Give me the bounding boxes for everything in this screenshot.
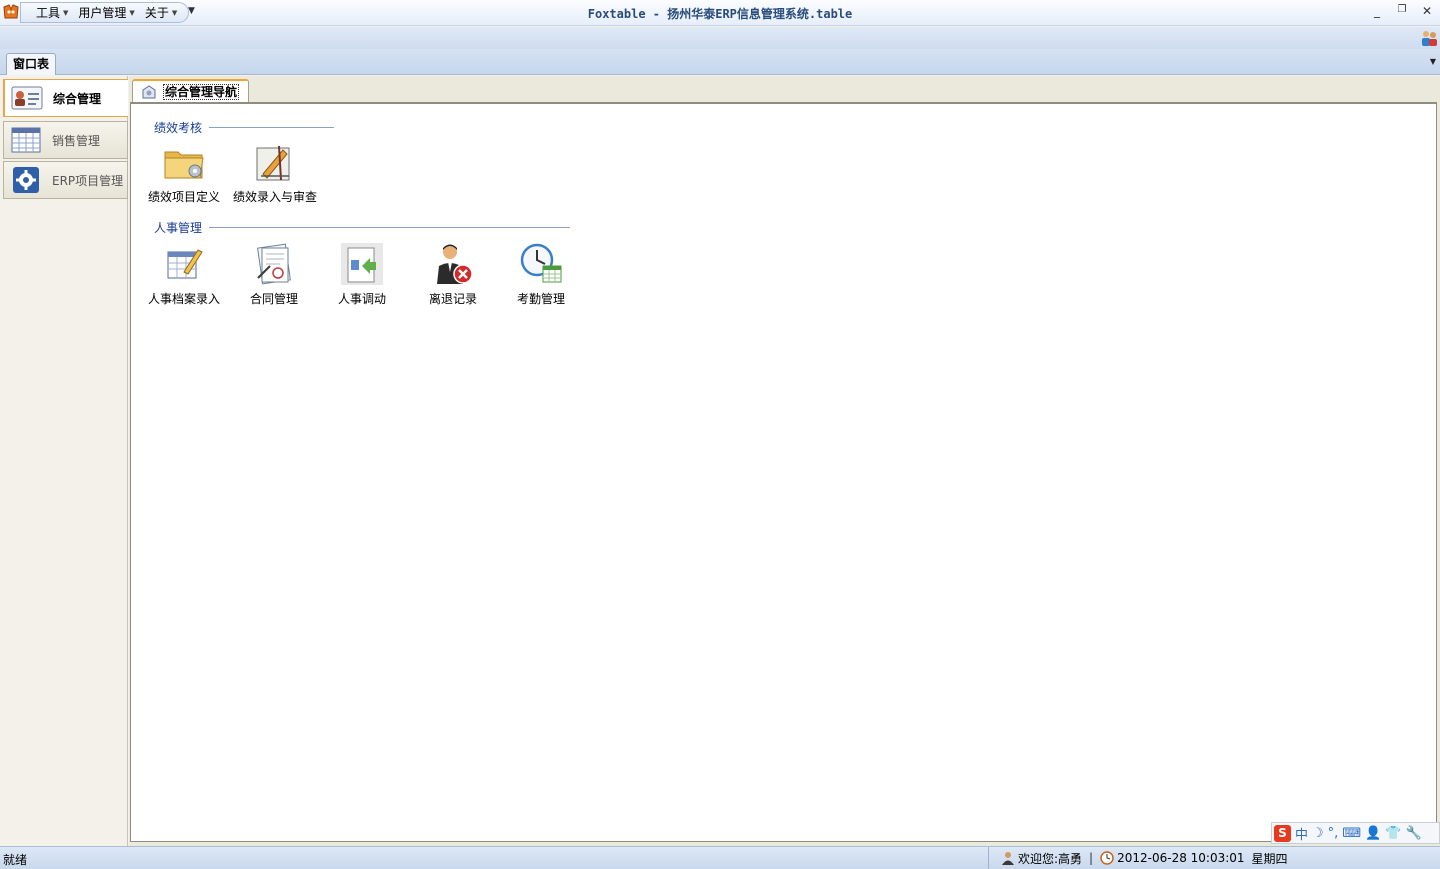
- navigation-icon: [142, 85, 156, 99]
- tile-performance-entry-review[interactable]: 绩效录入与审查: [230, 140, 320, 204]
- navigation-panel: 绩效考核 绩效项目定义 绩效录入与审查 人事管理 人事档案录入 合同管理 人事调…: [130, 102, 1437, 842]
- customize-toolbar-icon[interactable]: ▼: [188, 6, 195, 16]
- menu-about-label: 关于: [144, 6, 169, 20]
- chevron-down-icon: ▼: [63, 8, 69, 17]
- calendar-grid-icon: [11, 127, 41, 153]
- group-header-performance: 绩效考核: [154, 119, 335, 136]
- tile-label: 离退记录: [428, 292, 477, 306]
- tile-personnel-file-entry[interactable]: 人事档案录入: [139, 242, 229, 306]
- menu-tools[interactable]: 工具 ▼: [31, 4, 73, 21]
- ime-mode-toggle[interactable]: 中: [1295, 824, 1308, 843]
- welcome-text: 欢迎您:高勇: [1018, 851, 1083, 866]
- contract-icon: [257, 243, 291, 285]
- punctuation-icon[interactable]: °,: [1328, 826, 1339, 841]
- user-icon: [1002, 852, 1014, 865]
- tile-label: 绩效项目定义: [147, 190, 220, 204]
- restore-button[interactable]: ❐: [1393, 4, 1411, 20]
- window-title: Foxtable - 扬州华泰ERP信息管理系统.table: [587, 7, 853, 21]
- title-bar: 工具 ▼ 用户管理 ▼ 关于 ▼ ▼ Foxtable - 扬州华泰ERP信息管理系统…: [0, 0, 1440, 26]
- contact-card-icon: [11, 86, 43, 110]
- document-transfer-icon: [341, 243, 383, 285]
- tile-personnel-transfer[interactable]: 人事调动: [317, 242, 407, 306]
- clock-calendar-icon: [520, 243, 562, 283]
- minimize-button[interactable]: _: [1368, 4, 1386, 20]
- nav-item-general-management[interactable]: 综合管理: [3, 79, 128, 117]
- skin-icon[interactable]: 👕: [1385, 826, 1401, 841]
- group-title: 人事管理: [154, 221, 203, 235]
- table-pencil-icon: [167, 249, 203, 279]
- ribbon-bar: [0, 27, 1440, 49]
- window-tab-strip: 窗口表 ▼: [0, 49, 1440, 75]
- wrench-icon[interactable]: 🔧: [1405, 826, 1421, 841]
- nav-item-label: ERP项目管理: [52, 173, 124, 188]
- clock-icon: [1100, 851, 1114, 865]
- menu-tools-label: 工具: [36, 6, 61, 20]
- ime-toolbar: S 中 ☽ °, ⌨ 👤 👕 🔧: [1271, 822, 1440, 844]
- tile-performance-item-definition[interactable]: 绩效项目定义: [139, 140, 229, 204]
- doc-tab-label: 综合管理导航: [163, 84, 240, 100]
- tile-label: 合同管理: [249, 292, 298, 306]
- users-icon[interactable]: [1420, 29, 1438, 47]
- close-button[interactable]: ✕: [1418, 4, 1436, 20]
- status-bar: 就绪 欢迎您:高勇 | 2012-06-28 10:03:01 星期四: [0, 846, 1440, 869]
- nav-item-label: 销售管理: [52, 133, 101, 148]
- user-icon[interactable]: 👤: [1365, 826, 1381, 841]
- group-divider: [209, 227, 571, 228]
- status-text: 就绪: [3, 853, 28, 867]
- chevron-down-icon: ▼: [129, 8, 135, 17]
- status-separator: |: [1089, 851, 1094, 865]
- tile-label: 人事调动: [337, 292, 386, 306]
- tile-label: 人事档案录入: [147, 292, 220, 306]
- person-remove-icon: [437, 244, 473, 284]
- moon-icon[interactable]: ☽: [1312, 826, 1324, 841]
- nav-item-label: 综合管理: [53, 91, 102, 106]
- menu-user-management-label: 用户管理: [78, 6, 127, 20]
- nav-item-sales-management[interactable]: 销售管理: [3, 121, 128, 159]
- tile-label: 绩效录入与审查: [232, 190, 317, 204]
- group-header-personnel: 人事管理: [154, 219, 571, 236]
- keyboard-icon[interactable]: ⌨: [1342, 826, 1361, 841]
- tab-general-management-navigation[interactable]: 综合管理导航: [132, 79, 249, 103]
- menu-about[interactable]: 关于 ▼: [140, 4, 182, 21]
- tile-retirement-records[interactable]: 离退记录: [408, 242, 498, 306]
- nav-item-erp-project-management[interactable]: ERP项目管理: [3, 161, 128, 199]
- quick-access-menu: 工具 ▼ 用户管理 ▼ 关于 ▼: [20, 2, 190, 23]
- group-divider: [209, 127, 335, 128]
- left-navigation: 综合管理 销售管理 ERP项目管理: [0, 76, 128, 846]
- group-title: 绩效考核: [154, 121, 203, 135]
- menu-user-management[interactable]: 用户管理 ▼: [73, 4, 139, 21]
- main-area: 综合管理导航 绩效考核 绩效项目定义 绩效录入与审查 人事管理 人事档案录入 合…: [129, 76, 1440, 846]
- tile-contract-management[interactable]: 合同管理: [229, 242, 319, 306]
- gear-icon: [13, 167, 39, 193]
- folder-gear-icon: [164, 151, 204, 179]
- datetime-text: 2012-06-28 10:03:01: [1117, 851, 1245, 865]
- sogou-logo-icon[interactable]: S: [1274, 824, 1291, 842]
- drafting-tools-icon: [256, 145, 290, 181]
- weekday-text: 星期四: [1251, 851, 1288, 866]
- tab-window-table[interactable]: 窗口表: [6, 53, 57, 75]
- chevron-down-icon[interactable]: ▼: [1430, 57, 1436, 66]
- tile-label: 考勤管理: [516, 292, 565, 306]
- status-info: 欢迎您:高勇 | 2012-06-28 10:03:01 星期四: [988, 847, 1440, 869]
- tile-attendance-management[interactable]: 考勤管理: [496, 242, 586, 306]
- app-icon[interactable]: [2, 3, 20, 21]
- chevron-down-icon: ▼: [171, 8, 178, 17]
